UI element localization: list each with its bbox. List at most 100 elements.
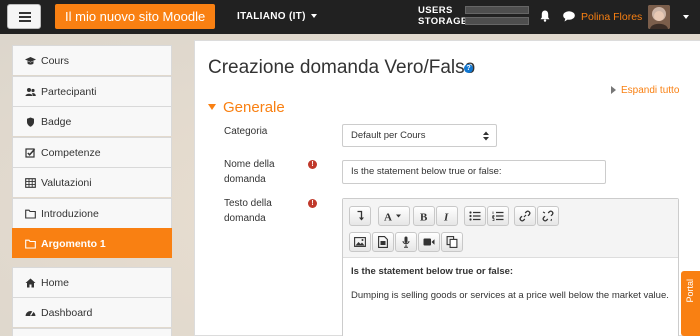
checkbox-icon bbox=[25, 147, 36, 158]
record-video-button[interactable] bbox=[418, 232, 440, 252]
numbered-list-icon bbox=[492, 211, 504, 221]
sidebar-item-badge[interactable]: Badge bbox=[12, 106, 172, 136]
question-text-label: Testo della domanda bbox=[224, 198, 272, 224]
microphone-icon bbox=[402, 236, 410, 248]
font-style-icon: A bbox=[384, 212, 401, 222]
section-generale-toggle[interactable]: Generale bbox=[208, 99, 285, 116]
sidebar-item-dashboard[interactable]: Dashboard bbox=[12, 297, 172, 327]
unlink-button[interactable] bbox=[537, 206, 559, 226]
svg-text:I: I bbox=[443, 212, 449, 222]
sidebar-item-label: Introduzione bbox=[41, 207, 99, 220]
sidebar-item-cours[interactable]: Cours bbox=[12, 45, 172, 75]
help-icon[interactable]: ? bbox=[464, 64, 473, 73]
sidebar-item-label: Partecipanti bbox=[41, 85, 97, 98]
numbered-list-button[interactable] bbox=[487, 206, 509, 226]
language-label: ITALIANO (IT) bbox=[237, 11, 306, 22]
bold-button[interactable]: B bbox=[413, 206, 435, 226]
sidebar-item-home[interactable]: Home bbox=[12, 266, 172, 297]
sidebar-item-valutazioni[interactable]: Valutazioni bbox=[12, 167, 172, 197]
sidebar-item-label: Dashboard bbox=[41, 307, 93, 319]
portal-tab[interactable]: Portal bbox=[681, 271, 700, 336]
quota-storage-label: STORAGE bbox=[418, 16, 468, 27]
question-name-value: Is the statement below true or false: bbox=[351, 166, 502, 177]
link-button[interactable] bbox=[514, 206, 536, 226]
category-value: Default per Cours bbox=[351, 130, 426, 141]
folder-icon bbox=[25, 239, 36, 249]
copy-files-icon bbox=[446, 236, 458, 248]
unlink-icon bbox=[542, 210, 554, 222]
quota-labels: USERS STORAGE bbox=[418, 5, 468, 27]
sidebar-item-label: Argomento 1 bbox=[41, 238, 106, 250]
video-camera-icon bbox=[423, 238, 435, 246]
question-name-input[interactable]: Is the statement below true or false: bbox=[342, 160, 606, 184]
bold-icon: B bbox=[420, 212, 428, 222]
category-label: Categoria bbox=[224, 126, 268, 137]
svg-text:A: A bbox=[384, 212, 392, 222]
required-icon: ! bbox=[308, 199, 317, 208]
sidebar-item-label: Badge bbox=[41, 116, 72, 128]
insert-image-button[interactable] bbox=[349, 232, 371, 252]
menu-icon bbox=[19, 12, 31, 14]
top-navbar: Il mio nuovo sito Moodle ITALIANO (IT) U… bbox=[0, 0, 700, 34]
sidebar-item-partecipanti[interactable]: Partecipanti bbox=[12, 75, 172, 106]
svg-text:B: B bbox=[420, 212, 428, 222]
question-text-editor[interactable]: A B I Is the statement below true or fal… bbox=[342, 198, 679, 336]
insert-media-button[interactable] bbox=[372, 232, 394, 252]
record-audio-button[interactable] bbox=[395, 232, 417, 252]
triangle-right-icon bbox=[611, 86, 616, 94]
site-name-link[interactable]: Il mio nuovo sito Moodle bbox=[55, 4, 216, 29]
quota-users-label: USERS bbox=[418, 5, 453, 16]
triangle-down-icon bbox=[208, 104, 216, 110]
bell-icon[interactable] bbox=[540, 10, 550, 22]
editor-line-1: Is the statement below true or false: bbox=[351, 266, 514, 277]
editor-content[interactable]: Is the statement below true or false: Du… bbox=[351, 265, 669, 303]
quota-storage-bar bbox=[465, 17, 529, 25]
chat-icon[interactable] bbox=[563, 11, 575, 22]
home-icon bbox=[25, 278, 36, 287]
graduation-cap-icon bbox=[25, 57, 36, 65]
editor-toolbar: A B I bbox=[343, 199, 678, 258]
sidebar-item-label: Valutazioni bbox=[41, 177, 92, 189]
users-icon bbox=[25, 87, 36, 96]
required-icon: ! bbox=[308, 160, 317, 169]
image-icon bbox=[354, 237, 366, 247]
sidebar-item-label: Home bbox=[41, 276, 70, 289]
category-select[interactable]: Default per Cours bbox=[342, 124, 497, 147]
sidebar-item-introduzione[interactable]: Introduzione bbox=[12, 197, 172, 228]
sidebar-item-competenze[interactable]: Competenze bbox=[12, 136, 172, 167]
sidebar-item-more[interactable] bbox=[12, 327, 172, 336]
dashboard-icon bbox=[25, 311, 36, 316]
media-file-icon bbox=[378, 236, 388, 248]
user-menu-caret-icon[interactable] bbox=[683, 15, 689, 19]
expand-all-label: Espandi tutto bbox=[621, 85, 680, 96]
caret-down-icon bbox=[310, 14, 317, 18]
shield-icon bbox=[27, 117, 34, 127]
main-content: Creazione domanda Vero/Falso ? Espandi t… bbox=[194, 40, 700, 336]
table-icon bbox=[25, 178, 36, 188]
italic-button[interactable]: I bbox=[436, 206, 458, 226]
expand-toolbar-icon bbox=[357, 210, 364, 221]
menu-toggle-button[interactable] bbox=[7, 4, 41, 29]
expand-all-link[interactable]: Espandi tutto bbox=[611, 85, 679, 96]
toolbar-toggle-button[interactable] bbox=[349, 206, 371, 226]
language-menu[interactable]: ITALIANO (IT) bbox=[237, 11, 317, 22]
folder-icon bbox=[25, 209, 36, 219]
italic-icon: I bbox=[443, 212, 449, 222]
avatar[interactable] bbox=[648, 5, 670, 29]
sidebar-nav: Cours Partecipanti Badge Competenze Valu… bbox=[12, 45, 172, 336]
user-name[interactable]: Polina Flores bbox=[581, 11, 642, 23]
editor-line-2: Dumping is selling goods or services at … bbox=[351, 290, 669, 301]
page-title: Creazione domanda Vero/Falso bbox=[208, 57, 476, 78]
manage-files-button[interactable] bbox=[441, 232, 463, 252]
quota-users-bar bbox=[465, 6, 529, 14]
bullet-list-icon bbox=[469, 211, 481, 221]
bullet-list-button[interactable] bbox=[464, 206, 486, 226]
sidebar-item-label: Cours bbox=[41, 55, 70, 67]
sidebar-item-label: Competenze bbox=[41, 146, 101, 159]
sidebar-item-argomento-1[interactable]: Argomento 1 bbox=[12, 228, 172, 258]
font-style-button[interactable]: A bbox=[378, 206, 410, 226]
name-label: Nome della domanda bbox=[224, 159, 275, 185]
portal-tab-label: Portal bbox=[685, 279, 695, 303]
link-icon bbox=[519, 210, 531, 222]
section-title: Generale bbox=[223, 99, 285, 116]
